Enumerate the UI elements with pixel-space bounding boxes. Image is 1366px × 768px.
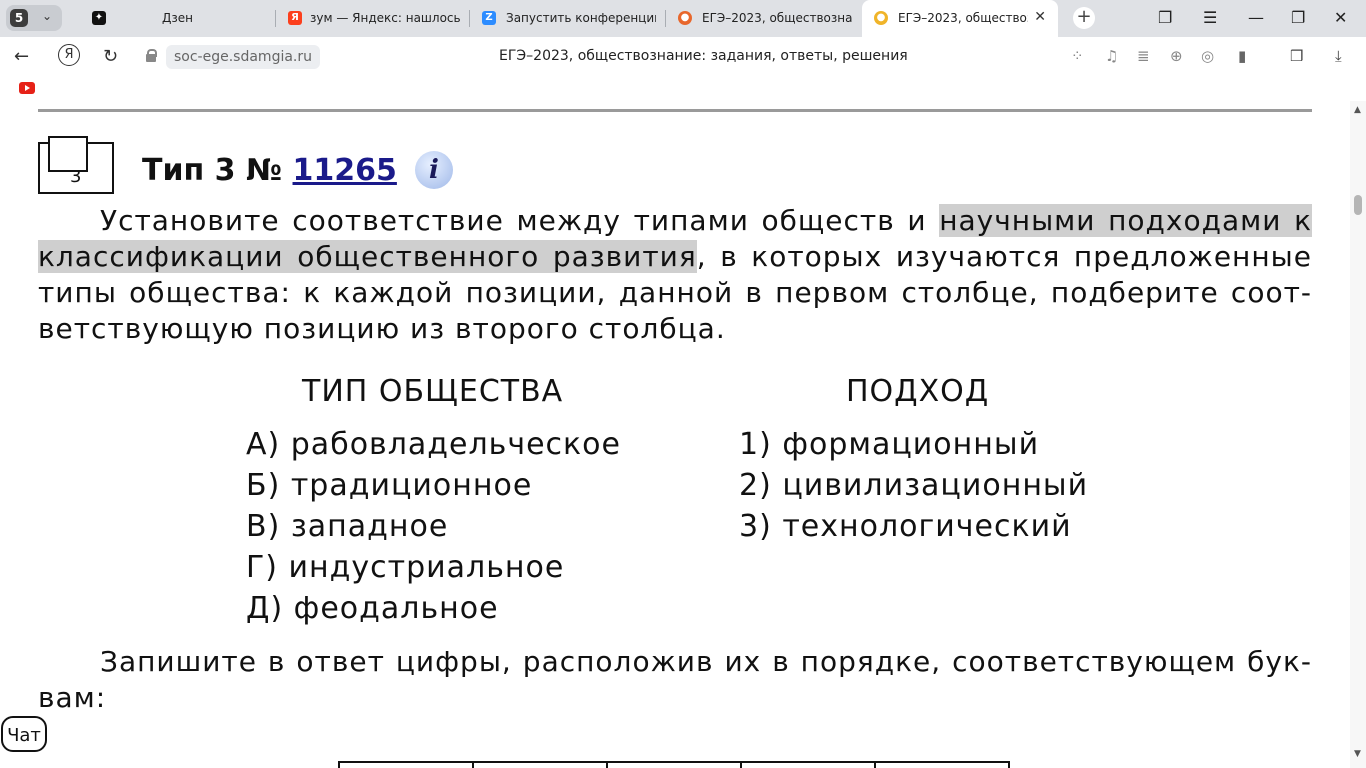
info-icon[interactable]: i: [415, 151, 453, 189]
reader-mode-icon[interactable]: ≣: [1137, 47, 1150, 65]
page-title[interactable]: ЕГЭ–2023, обществознание: задания, ответ…: [499, 48, 908, 64]
minimize-icon[interactable]: —: [1248, 8, 1264, 27]
bookmarks-bar: [0, 77, 1366, 102]
headphones-icon[interactable]: ♫: [1105, 47, 1118, 65]
instruction-line1: Запишите в ответ цифры, расположив их в …: [100, 645, 1312, 678]
close-window-icon[interactable]: ✕: [1334, 8, 1347, 27]
tab-bar: 5 ⌄ ✦ Дзен Я зум — Яндекс: нашлось Z Зап…: [0, 0, 1366, 37]
question-number-link[interactable]: 11265: [293, 153, 397, 188]
society-type-item: Г) индустриальное: [246, 550, 565, 585]
question-heading: Тип 3 № 11265: [142, 153, 397, 188]
sdamgia-icon: ●: [678, 11, 692, 25]
extensions-icon[interactable]: ⁘: [1071, 47, 1084, 65]
question-type-label: Тип 3 №: [142, 153, 293, 188]
society-type-item: В) западное: [246, 509, 449, 544]
scroll-down-icon[interactable]: ▼: [1354, 749, 1361, 759]
question-intro: Установите соответствие между типами общ…: [38, 203, 1312, 347]
tab-count-badge: 5: [10, 9, 28, 27]
reload-icon[interactable]: ↻: [103, 46, 118, 67]
chevron-down-icon: ⌄: [42, 9, 53, 23]
intro-line4: ветствующую позицию из второго столбца.: [38, 312, 726, 345]
intro-line3: типы общества: к каждой позиции, данной …: [38, 276, 1312, 309]
protect-icon[interactable]: ◎: [1201, 47, 1214, 65]
intro-highlight: научными подходами к: [939, 204, 1312, 237]
sidebar-icon[interactable]: ❒: [1290, 47, 1303, 65]
back-icon[interactable]: ←: [14, 46, 29, 67]
tab-yandex-search[interactable]: Я зум — Яндекс: нашлось: [276, 0, 470, 37]
intro-part1: Установите соответствие между типами общ…: [100, 204, 940, 237]
question-number-box: 3: [38, 136, 114, 194]
chat-button[interactable]: Чат: [1, 716, 47, 752]
answer-table[interactable]: [338, 761, 1010, 768]
yandex-icon[interactable]: Я: [58, 44, 80, 66]
sdamgia-icon: ●: [874, 11, 888, 25]
translate-icon[interactable]: ⊕: [1170, 47, 1183, 65]
scrollbar-thumb[interactable]: [1354, 195, 1362, 215]
answer-instruction: Запишите в ответ цифры, расположив их в …: [38, 644, 1312, 716]
instruction-line2: вам:: [38, 681, 107, 714]
scroll-up-icon[interactable]: ▲: [1354, 105, 1361, 115]
col1-header: ТИП ОБЩЕСТВА: [302, 374, 564, 409]
domain-label[interactable]: soc-ege.sdamgia.ru: [166, 45, 321, 69]
menu-icon[interactable]: ☰: [1203, 8, 1217, 27]
intro-highlight: классификации общественного развития: [38, 240, 697, 273]
tab-counter-button[interactable]: 5 ⌄: [6, 5, 62, 31]
new-tab-button[interactable]: +: [1073, 7, 1095, 29]
close-tab-icon[interactable]: ✕: [1034, 9, 1046, 25]
yandex-icon: Я: [288, 11, 302, 25]
approach-item: 3) технологический: [739, 509, 1072, 544]
dzen-icon: ✦: [92, 11, 106, 25]
address-bar: ← Я ↻ soc-ege.sdamgia.ru ЕГЭ–2023, общес…: [0, 37, 1366, 77]
tab-title: зум — Яндекс: нашлось: [310, 11, 461, 25]
tab-title: ЕГЭ–2023, обществознан: [702, 11, 852, 25]
lock-icon[interactable]: [146, 49, 157, 62]
society-type-item: А) рабовладельческое: [246, 427, 621, 462]
approach-item: 1) формационный: [739, 427, 1040, 462]
tab-title: Дзен: [162, 11, 193, 25]
intro-rest: , в которых изучаются предложенные: [696, 240, 1312, 273]
scrollbar[interactable]: ▲ ▼: [1350, 101, 1366, 768]
col2-header: ПОДХОД: [846, 374, 990, 409]
approach-item: 2) цивилизационный: [739, 468, 1089, 503]
checkbox-overlay[interactable]: [48, 136, 88, 172]
zoom-icon: Z: [482, 11, 496, 25]
tab-dzen[interactable]: ✦ Дзен: [76, 0, 276, 37]
tab-zoom[interactable]: Z Запустить конференцию: [470, 0, 666, 37]
bookmark-icon[interactable]: ▮: [1238, 47, 1246, 65]
divider: [38, 109, 1312, 112]
society-type-item: Б) традиционное: [246, 468, 533, 503]
tab-sdamgia-1[interactable]: ● ЕГЭ–2023, обществознан: [666, 0, 862, 37]
download-icon[interactable]: ⤓: [1335, 47, 1342, 65]
collections-icon[interactable]: ❐: [1158, 8, 1172, 27]
youtube-icon[interactable]: [19, 82, 35, 94]
page-content: 3 Тип 3 № 11265 i Установите соответстви…: [0, 101, 1350, 768]
tab-sdamgia-active[interactable]: ● ЕГЭ–2023, обществозн ✕: [862, 0, 1058, 37]
tab-title: Запустить конференцию: [506, 11, 656, 25]
restore-icon[interactable]: ❐: [1291, 8, 1305, 27]
society-type-item: Д) феодальное: [246, 591, 499, 626]
tab-title: ЕГЭ–2023, обществозн: [898, 11, 1028, 25]
